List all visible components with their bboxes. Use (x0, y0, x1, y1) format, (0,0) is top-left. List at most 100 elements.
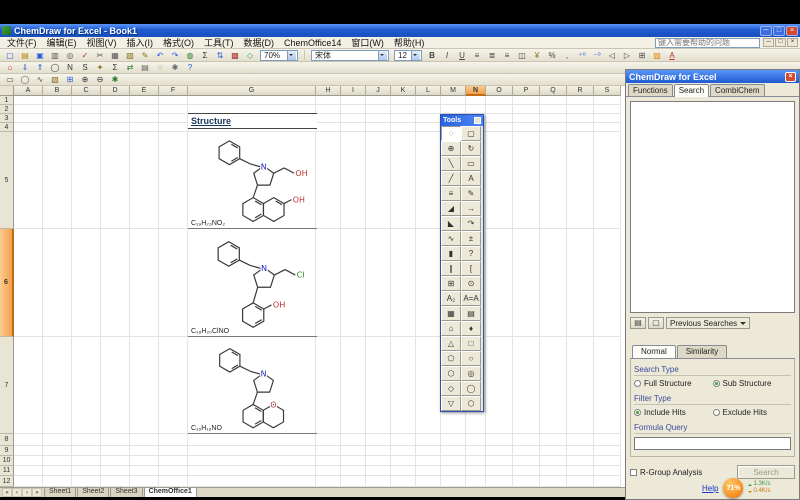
cell-C11[interactable] (72, 466, 101, 476)
structure-column-title-cell[interactable]: Structure (188, 113, 317, 129)
cell-E7[interactable] (130, 337, 159, 434)
font-color-icon[interactable]: A (665, 50, 679, 61)
cell-P11[interactable] (513, 466, 540, 476)
cell-P4[interactable] (513, 123, 540, 132)
cell-F3[interactable] (159, 114, 188, 123)
export-table-icon[interactable]: ⇑ (33, 62, 47, 73)
row-header-5[interactable]: 5 (0, 132, 14, 229)
cell-B10[interactable] (43, 456, 72, 466)
cell-O5[interactable] (486, 132, 513, 229)
font-combo[interactable]: 宋体 (311, 49, 389, 61)
cell-E11[interactable] (130, 466, 159, 476)
decrease-indent-icon[interactable]: ◁ (605, 50, 619, 61)
cell-Q7[interactable] (540, 337, 567, 434)
zoom-in-icon[interactable]: ⊕ (78, 74, 92, 85)
decrease-decimal-icon[interactable]: ⁻⁰ (590, 50, 604, 61)
cell-A12[interactable] (14, 476, 43, 487)
cell-D12[interactable] (101, 476, 130, 487)
minimize-button[interactable]: ─ (760, 25, 772, 36)
cell-C7[interactable] (72, 337, 101, 434)
menu-tools[interactable]: 工具(T) (199, 36, 239, 49)
cell-C6[interactable] (72, 229, 101, 337)
dashed-bond-icon[interactable]: ╱ (441, 171, 461, 186)
cell-K5[interactable] (391, 132, 416, 229)
panel-close-button[interactable]: × (785, 71, 796, 82)
cell-J2[interactable] (366, 105, 391, 114)
row-header-1[interactable]: 1 (0, 96, 14, 105)
drawing-icon[interactable]: ◇ (243, 50, 257, 61)
save-search-icon[interactable]: ▤ (630, 317, 646, 329)
col-header[interactable]: S (594, 86, 621, 96)
menu-edit[interactable]: 编辑(E) (42, 36, 82, 49)
wedge-bond-icon[interactable]: ◢ (441, 201, 461, 216)
cell-Q3[interactable] (540, 114, 567, 123)
cell-J10[interactable] (366, 456, 391, 466)
sheet-tab-sheet2[interactable]: Sheet2 (77, 487, 110, 498)
chevron-down-icon[interactable] (411, 50, 420, 60)
book-restore-button[interactable]: □ (775, 38, 786, 47)
cell-R10[interactable] (567, 456, 594, 466)
col-header[interactable]: G (188, 86, 316, 96)
increase-indent-icon[interactable]: ▷ (620, 50, 634, 61)
comma-icon[interactable]: , (560, 50, 574, 61)
cell-Q1[interactable] (540, 96, 567, 105)
cell-H7[interactable] (316, 337, 341, 434)
cell-G11[interactable] (188, 466, 316, 476)
cell-N8[interactable] (466, 434, 486, 446)
row-header-11[interactable]: 11 (0, 466, 14, 476)
cell-A11[interactable] (14, 466, 43, 476)
cell-S12[interactable] (594, 476, 621, 487)
analyze-structure-icon[interactable]: Σ (108, 62, 122, 73)
cell-B7[interactable] (43, 337, 72, 434)
charge-tool-icon[interactable]: ± (461, 231, 481, 246)
cell-A4[interactable] (14, 123, 43, 132)
cell-I12[interactable] (341, 476, 366, 487)
cell-L10[interactable] (416, 456, 441, 466)
panel-tab-combichem[interactable]: CombiChem (710, 84, 765, 96)
select-all-corner[interactable] (0, 86, 14, 96)
cell-H11[interactable] (316, 466, 341, 476)
cell-D1[interactable] (101, 96, 130, 105)
import-table-icon[interactable]: ⇓ (18, 62, 32, 73)
cell-R12[interactable] (567, 476, 594, 487)
menu-insert[interactable]: 插入(I) (122, 36, 159, 49)
cell-E4[interactable] (130, 123, 159, 132)
cell-P10[interactable] (513, 456, 540, 466)
cell-E6[interactable] (130, 229, 159, 337)
cell-S7[interactable] (594, 337, 621, 434)
panel-tab-functions[interactable]: Functions (628, 84, 673, 96)
restore-button[interactable]: □ (773, 25, 785, 36)
cell-S4[interactable] (594, 123, 621, 132)
cell-G8[interactable] (188, 434, 316, 446)
cell-A8[interactable] (14, 434, 43, 446)
database-icon[interactable]: ▤ (138, 62, 152, 73)
subtab-similarity[interactable]: Similarity (676, 345, 728, 358)
search-results-list[interactable] (630, 101, 795, 313)
col-header[interactable]: R (567, 86, 594, 96)
cell-A2[interactable] (14, 105, 43, 114)
row-header-2[interactable]: 2 (0, 105, 14, 114)
menu-chemoffice[interactable]: ChemOffice14 (279, 38, 346, 48)
cell-O1[interactable] (486, 96, 513, 105)
cell-Q8[interactable] (540, 434, 567, 446)
new-workbook-icon[interactable]: ▢ (3, 50, 17, 61)
cell-D7[interactable] (101, 337, 130, 434)
clipboard-tool-icon[interactable]: ▤ (461, 306, 481, 321)
col-header[interactable]: C (72, 86, 101, 96)
structure-cell-3[interactable]: N O C₁₉H₁₉NO (188, 337, 317, 434)
cell-O6[interactable] (486, 229, 513, 337)
cell-R5[interactable] (567, 132, 594, 229)
cell-H2[interactable] (316, 105, 341, 114)
cell-A5[interactable] (14, 132, 43, 229)
cell-B4[interactable] (43, 123, 72, 132)
cell-G12[interactable] (188, 476, 316, 487)
cell-C1[interactable] (72, 96, 101, 105)
open-icon[interactable]: ▤ (18, 50, 32, 61)
cell-K4[interactable] (391, 123, 416, 132)
row-header-3[interactable]: 3 (0, 114, 14, 123)
cell-Q5[interactable] (540, 132, 567, 229)
radio-exclude-hits[interactable]: Exclude Hits (713, 408, 792, 417)
row-header-6[interactable]: 6 (0, 229, 14, 337)
cell-M8[interactable] (441, 434, 466, 446)
last-sheet-button[interactable]: » (32, 488, 42, 497)
